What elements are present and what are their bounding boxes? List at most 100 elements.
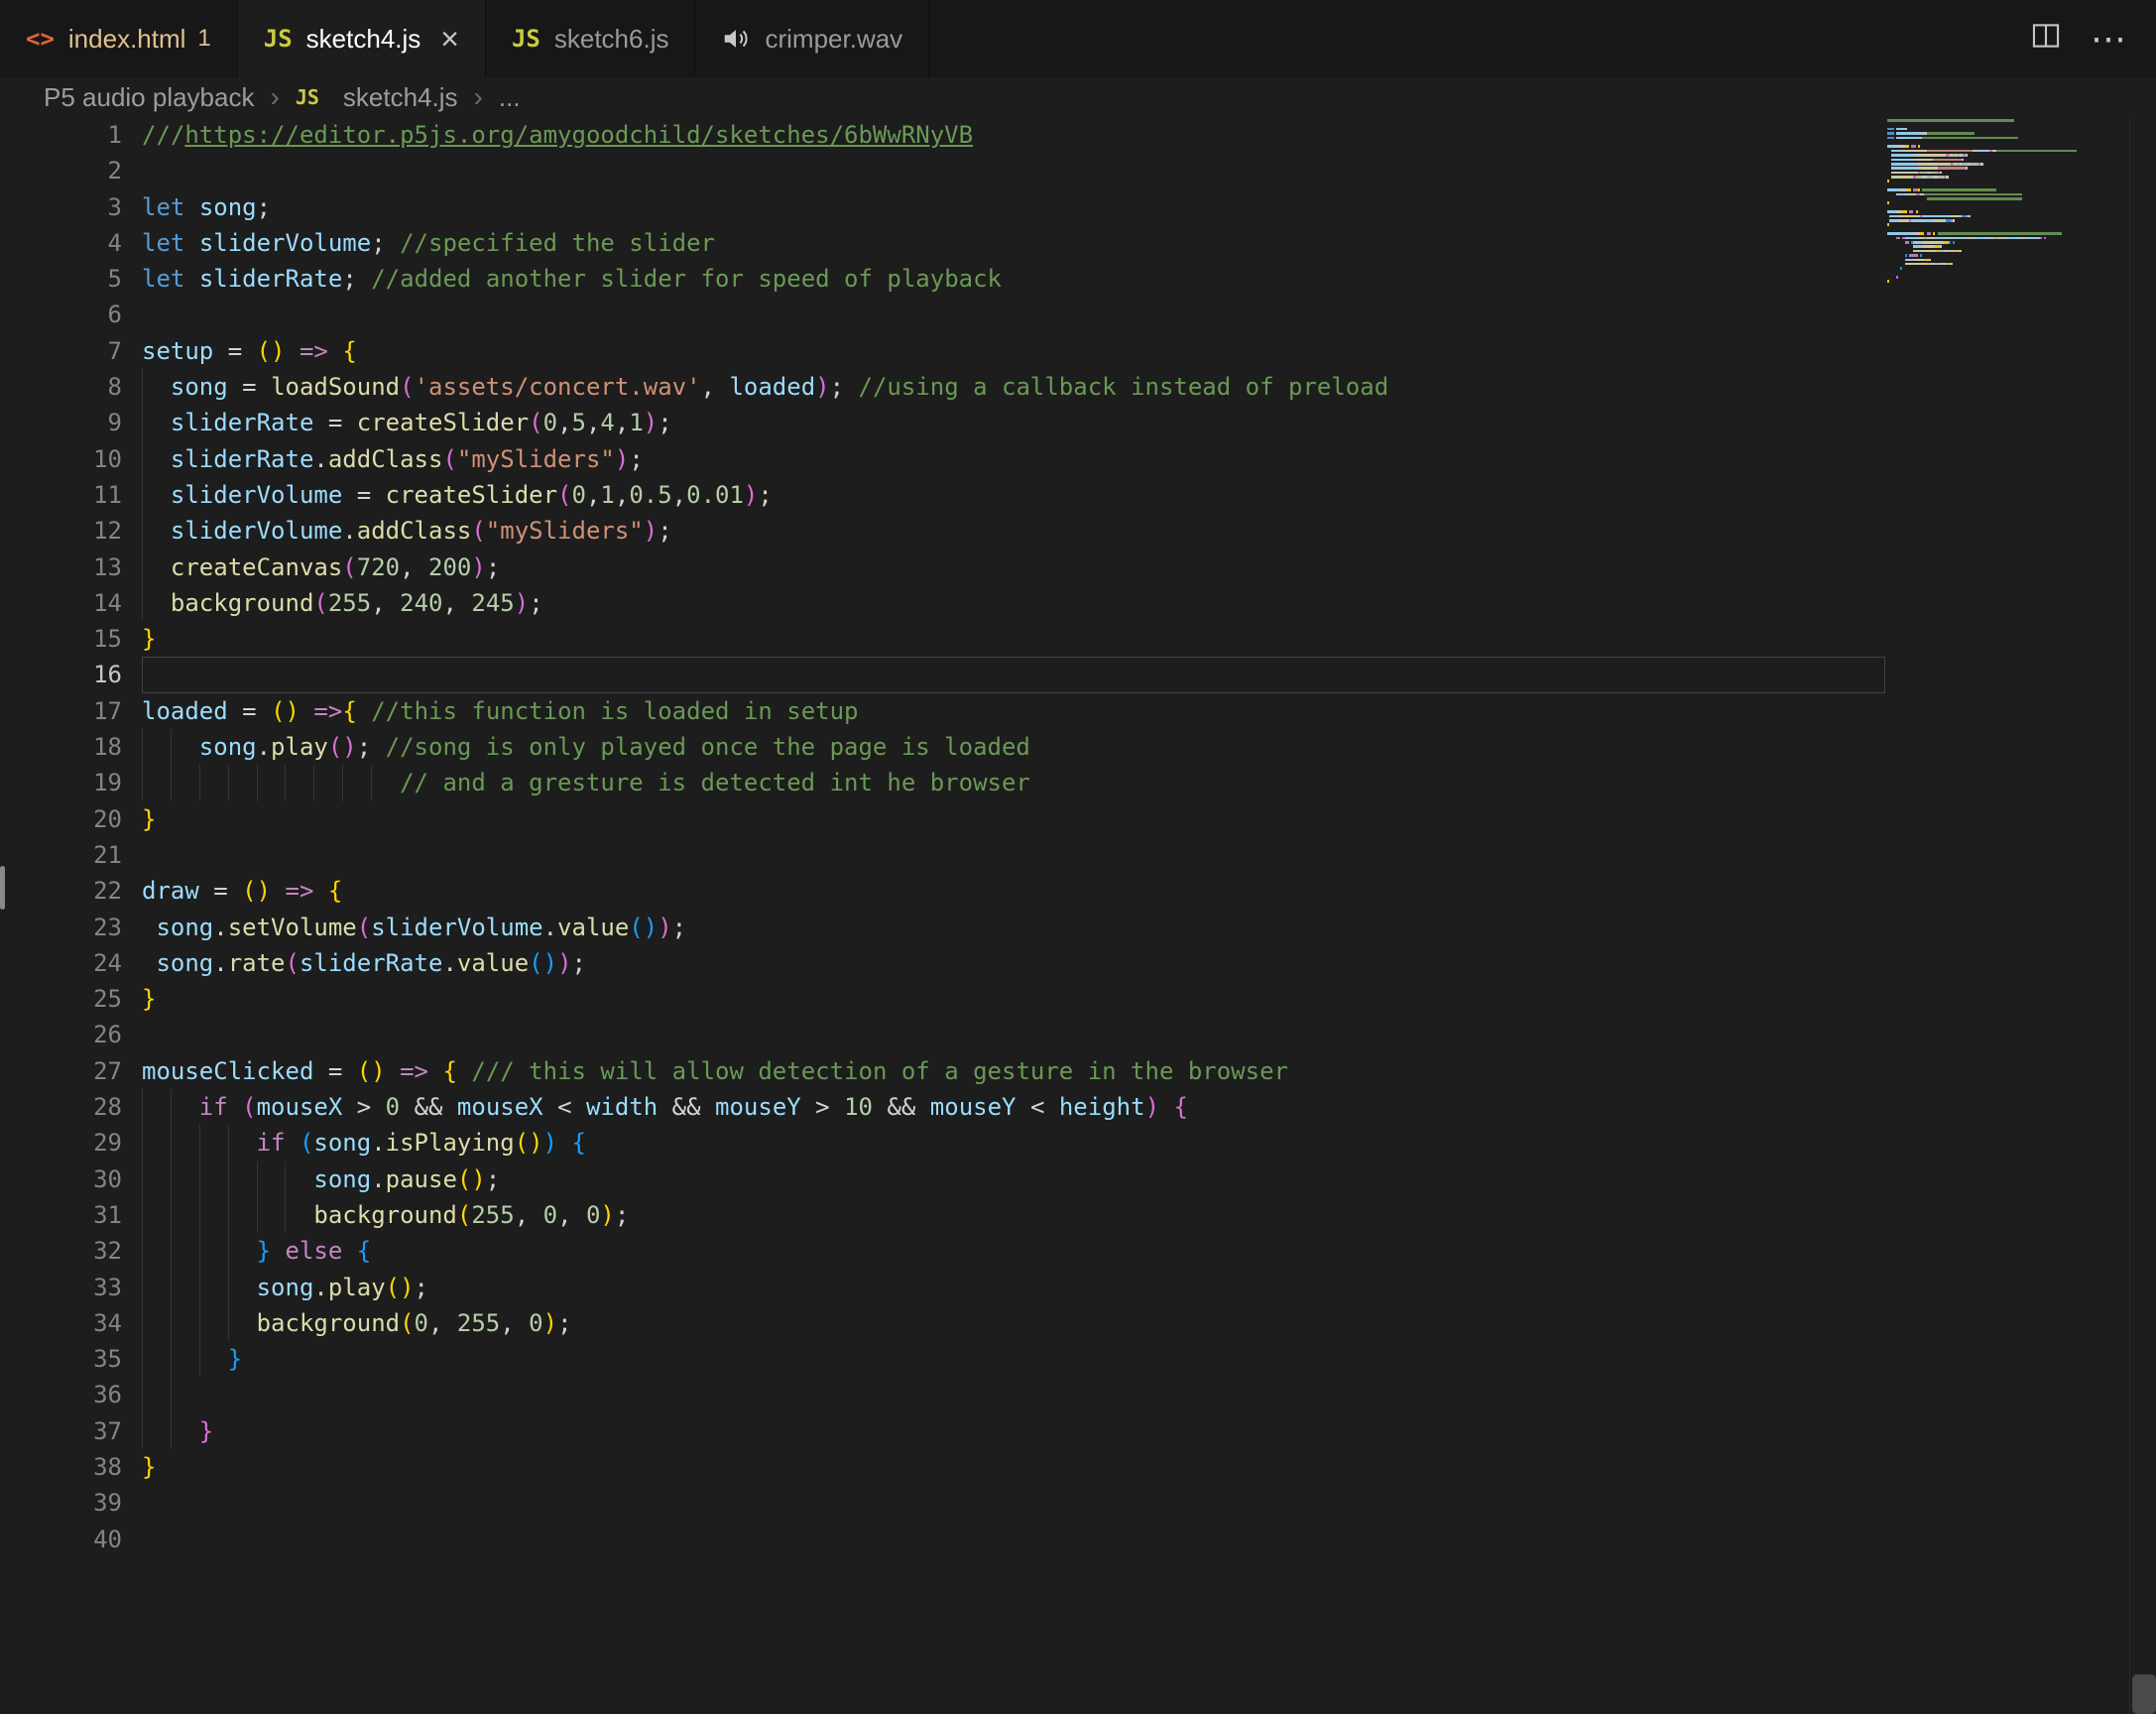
scrollbar-thumb[interactable] <box>2132 1674 2156 1714</box>
code-line[interactable]: 2 <box>0 153 1885 188</box>
code-line[interactable]: 27mouseClicked = () => { /// this will a… <box>0 1053 1885 1089</box>
code-line[interactable]: 26 <box>0 1017 1885 1052</box>
code-line[interactable]: 37 } <box>0 1413 1885 1449</box>
code-line[interactable]: 38} <box>0 1449 1885 1485</box>
code-line[interactable]: 14 background(255, 240, 245); <box>0 585 1885 621</box>
indent-guide-icon <box>228 1125 229 1161</box>
line-number[interactable]: 3 <box>0 189 122 225</box>
code-line[interactable]: 11 sliderVolume = createSlider(0,1,0.5,0… <box>0 477 1885 513</box>
code-line[interactable]: 39 <box>0 1485 1885 1521</box>
code-line[interactable]: 30 song.pause(); <box>0 1162 1885 1197</box>
line-number[interactable]: 34 <box>0 1305 122 1341</box>
line-number[interactable]: 31 <box>0 1197 122 1233</box>
code-line[interactable]: 17loaded = () =>{ //this function is loa… <box>0 693 1885 729</box>
line-number[interactable]: 36 <box>0 1377 122 1412</box>
editor[interactable]: 1///https://editor.p5js.org/amygoodchild… <box>0 117 2156 1714</box>
indent-guide-icon <box>342 765 343 800</box>
code-line[interactable]: 4let sliderVolume; //specified the slide… <box>0 225 1885 261</box>
line-number[interactable]: 9 <box>0 405 122 440</box>
code-line[interactable]: 18 song.play(); //song is only played on… <box>0 729 1885 765</box>
line-number[interactable]: 39 <box>0 1485 122 1521</box>
line-number[interactable]: 27 <box>0 1053 122 1089</box>
line-number[interactable]: 15 <box>0 621 122 657</box>
line-number[interactable]: 24 <box>0 945 122 981</box>
code-line[interactable]: 24 song.rate(sliderRate.value()); <box>0 945 1885 981</box>
line-number[interactable]: 21 <box>0 837 122 873</box>
code-line[interactable]: 33 song.play(); <box>0 1270 1885 1305</box>
code-text: song = loadSound('assets/concert.wav', l… <box>142 369 1885 405</box>
code-line[interactable]: 10 sliderRate.addClass("mySliders"); <box>0 441 1885 477</box>
breadcrumb-item[interactable]: sketch4.js <box>343 82 458 113</box>
line-number[interactable]: 40 <box>0 1522 122 1557</box>
split-editor-button[interactable] <box>2029 19 2063 59</box>
tab-sketch6.js[interactable]: JSsketch6.js <box>486 0 696 77</box>
code-line[interactable]: 13 createCanvas(720, 200); <box>0 550 1885 585</box>
line-number[interactable]: 25 <box>0 981 122 1017</box>
code-line[interactable]: 21 <box>0 837 1885 873</box>
tab-index.html[interactable]: <>index.html1 <box>0 0 238 77</box>
code-line[interactable]: 25} <box>0 981 1885 1017</box>
line-number[interactable]: 19 <box>0 765 122 800</box>
code-line[interactable]: 31 background(255, 0, 0); <box>0 1197 1885 1233</box>
line-number[interactable]: 10 <box>0 441 122 477</box>
code-line[interactable]: 34 background(0, 255, 0); <box>0 1305 1885 1341</box>
code-line[interactable]: 16 <box>0 657 1885 692</box>
code-line[interactable]: 20} <box>0 801 1885 837</box>
breadcrumb-item[interactable]: P5 audio playback <box>44 82 254 113</box>
line-number[interactable]: 16 <box>0 657 122 692</box>
line-number[interactable]: 37 <box>0 1413 122 1449</box>
code-line[interactable]: 3let song; <box>0 189 1885 225</box>
line-number[interactable]: 18 <box>0 729 122 765</box>
code-line[interactable]: 29 if (song.isPlaying()) { <box>0 1125 1885 1161</box>
line-number[interactable]: 22 <box>0 873 122 909</box>
line-number[interactable]: 30 <box>0 1162 122 1197</box>
line-number[interactable]: 6 <box>0 297 122 332</box>
line-number[interactable]: 12 <box>0 513 122 549</box>
line-number[interactable]: 23 <box>0 910 122 945</box>
line-number[interactable]: 32 <box>0 1233 122 1269</box>
tab-crimper.wav[interactable]: crimper.wav <box>695 0 929 77</box>
more-actions-button[interactable]: ⋯ <box>2091 21 2126 57</box>
line-number[interactable]: 26 <box>0 1017 122 1052</box>
line-number[interactable]: 4 <box>0 225 122 261</box>
line-number[interactable]: 20 <box>0 801 122 837</box>
code-line[interactable]: 36 <box>0 1377 1885 1412</box>
tab-sketch4.js[interactable]: JSsketch4.js× <box>238 0 486 77</box>
code-text <box>142 1485 1885 1521</box>
line-number[interactable]: 28 <box>0 1089 122 1125</box>
minimap[interactable] <box>1887 119 2123 294</box>
code-line[interactable]: 7setup = () => { <box>0 333 1885 369</box>
line-number[interactable]: 35 <box>0 1341 122 1377</box>
code-line[interactable]: 19 // and a gresture is detected int he … <box>0 765 1885 800</box>
code-line[interactable]: 1///https://editor.p5js.org/amygoodchild… <box>0 117 1885 153</box>
code-line[interactable]: 5let sliderRate; //added another slider … <box>0 261 1885 297</box>
code-line[interactable]: 8 song = loadSound('assets/concert.wav',… <box>0 369 1885 405</box>
line-number[interactable]: 13 <box>0 550 122 585</box>
line-number[interactable]: 5 <box>0 261 122 297</box>
code-line[interactable]: 32 } else { <box>0 1233 1885 1269</box>
line-number[interactable]: 7 <box>0 333 122 369</box>
indent-guide-icon <box>199 1233 200 1269</box>
close-icon[interactable]: × <box>440 23 459 55</box>
code-line[interactable]: 40 <box>0 1522 1885 1557</box>
line-number[interactable]: 1 <box>0 117 122 153</box>
line-number[interactable]: 17 <box>0 693 122 729</box>
line-number[interactable]: 38 <box>0 1449 122 1485</box>
line-number[interactable]: 14 <box>0 585 122 621</box>
code-line[interactable]: 9 sliderRate = createSlider(0,5,4,1); <box>0 405 1885 440</box>
editor-sash[interactable] <box>0 866 5 910</box>
code-line[interactable]: 15} <box>0 621 1885 657</box>
code-line[interactable]: 28 if (mouseX > 0 && mouseX < width && m… <box>0 1089 1885 1125</box>
breadcrumb-item[interactable]: ... <box>499 82 521 113</box>
code-line[interactable]: 35 } <box>0 1341 1885 1377</box>
code-line[interactable]: 12 sliderVolume.addClass("mySliders"); <box>0 513 1885 549</box>
line-number[interactable]: 33 <box>0 1270 122 1305</box>
line-number[interactable]: 29 <box>0 1125 122 1161</box>
indent-guide-icon <box>199 1197 200 1233</box>
code-line[interactable]: 22draw = () => { <box>0 873 1885 909</box>
line-number[interactable]: 11 <box>0 477 122 513</box>
code-line[interactable]: 6 <box>0 297 1885 332</box>
line-number[interactable]: 8 <box>0 369 122 405</box>
line-number[interactable]: 2 <box>0 153 122 188</box>
code-line[interactable]: 23 song.setVolume(sliderVolume.value()); <box>0 910 1885 945</box>
